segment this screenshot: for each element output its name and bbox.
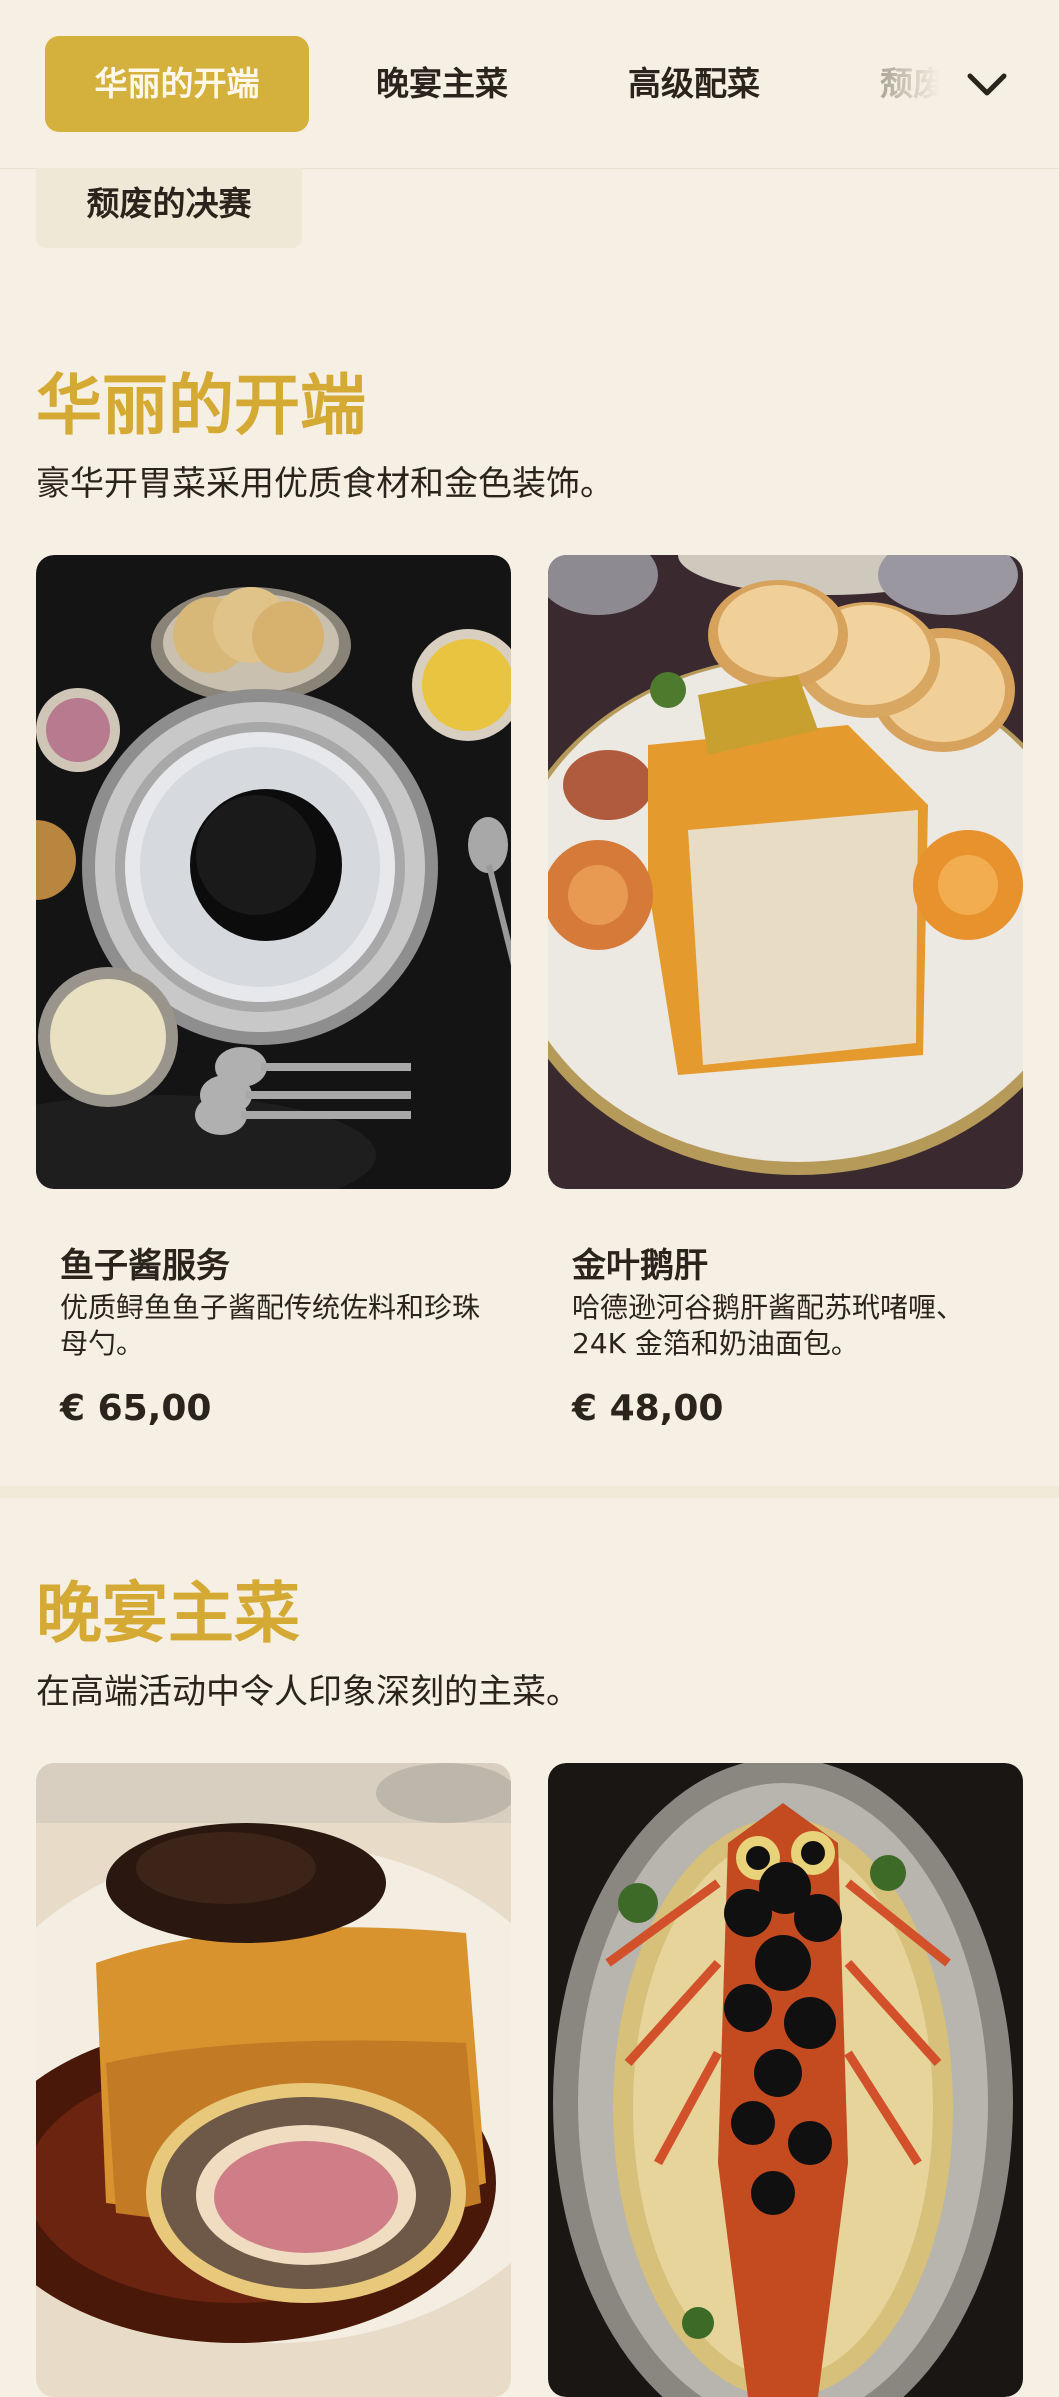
menu-card-beef-wellington[interactable] xyxy=(36,1763,511,2397)
gold-leaf-foie-gras-photo xyxy=(548,555,1023,1189)
menu-card-caviar[interactable] xyxy=(36,555,511,1189)
menu-card-lobster[interactable] xyxy=(548,1763,1023,2397)
beef-wellington-photo xyxy=(36,1763,511,2397)
menu-item-price: € 48,00 xyxy=(572,1388,724,1429)
section-divider xyxy=(0,1486,1059,1498)
tab-grand-opening[interactable]: 华丽的开端 xyxy=(45,36,309,132)
menu-item-description: 哈德逊河谷鹅肝酱配苏玳啫喱、24K 金箔和奶油面包。 xyxy=(572,1291,965,1360)
section-description: 豪华开胃菜采用优质食材和金色装饰。 xyxy=(36,464,614,504)
chevron-down-icon[interactable] xyxy=(964,62,1010,108)
lobster-truffle-photo xyxy=(548,1763,1023,2397)
tab-premium-sides[interactable]: 高级配菜 xyxy=(628,36,760,132)
menu-item-description: 优质鲟鱼鱼子酱配传统佐料和珍珠母勺。 xyxy=(60,1291,481,1360)
menu-item-name: 金叶鹅肝 xyxy=(572,1246,708,1286)
category-tab-bar: 华丽的开端 晚宴主菜 高级配菜 颓废 xyxy=(0,0,1059,169)
section-title-grand-opening: 华丽的开端 xyxy=(36,367,366,444)
section-title-dinner-mains: 晚宴主菜 xyxy=(36,1575,300,1652)
section-description: 在高端活动中令人印象深刻的主菜。 xyxy=(36,1672,580,1712)
menu-item-price: € 65,00 xyxy=(60,1388,212,1429)
caviar-service-photo xyxy=(36,555,511,1189)
menu-card-foie-gras[interactable] xyxy=(548,555,1023,1189)
tab-decadent-finale[interactable]: 颓废的决赛 xyxy=(36,168,302,248)
tab-dinner-mains[interactable]: 晚宴主菜 xyxy=(376,36,508,132)
menu-item-name: 鱼子酱服务 xyxy=(60,1246,230,1286)
